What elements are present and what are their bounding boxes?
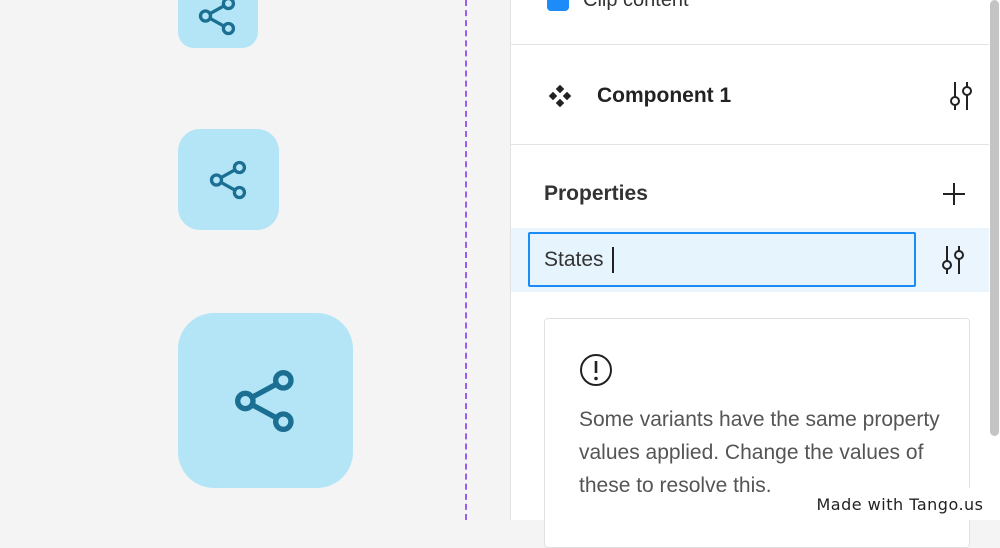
component-set-frame-border <box>465 0 467 520</box>
share-button-variant-medium[interactable] <box>178 129 279 230</box>
share-button-variant-small[interactable] <box>178 0 258 48</box>
properties-title: Properties <box>544 182 648 205</box>
share-icon <box>209 160 246 199</box>
panel-scrollbar[interactable] <box>990 0 999 436</box>
plus-icon <box>943 183 965 205</box>
share-icon <box>198 0 236 36</box>
tango-watermark: Made with Tango.us <box>800 488 1000 520</box>
add-property-button[interactable] <box>940 180 968 208</box>
properties-header: Properties <box>544 176 974 212</box>
alert-circle-icon <box>579 353 613 392</box>
clip-content-label: Clip content <box>583 0 689 12</box>
property-name-input[interactable] <box>528 232 916 287</box>
share-button-variant-large[interactable] <box>178 313 353 488</box>
properties-panel: Clip content Component 1 <box>510 0 1000 548</box>
clip-content-row[interactable]: Clip content <box>547 0 689 12</box>
component-row[interactable]: Component 1 <box>545 76 975 116</box>
canvas-gutter <box>468 0 510 520</box>
tune-icon[interactable] <box>947 80 975 117</box>
section-divider <box>511 144 989 145</box>
component-name: Component 1 <box>597 84 732 107</box>
clip-content-checkbox[interactable] <box>547 0 569 11</box>
component-icon <box>545 81 575 111</box>
section-divider <box>511 44 989 45</box>
text-caret <box>612 247 614 273</box>
tune-icon[interactable] <box>939 244 967 281</box>
share-icon <box>234 369 294 432</box>
design-canvas[interactable] <box>0 0 466 520</box>
